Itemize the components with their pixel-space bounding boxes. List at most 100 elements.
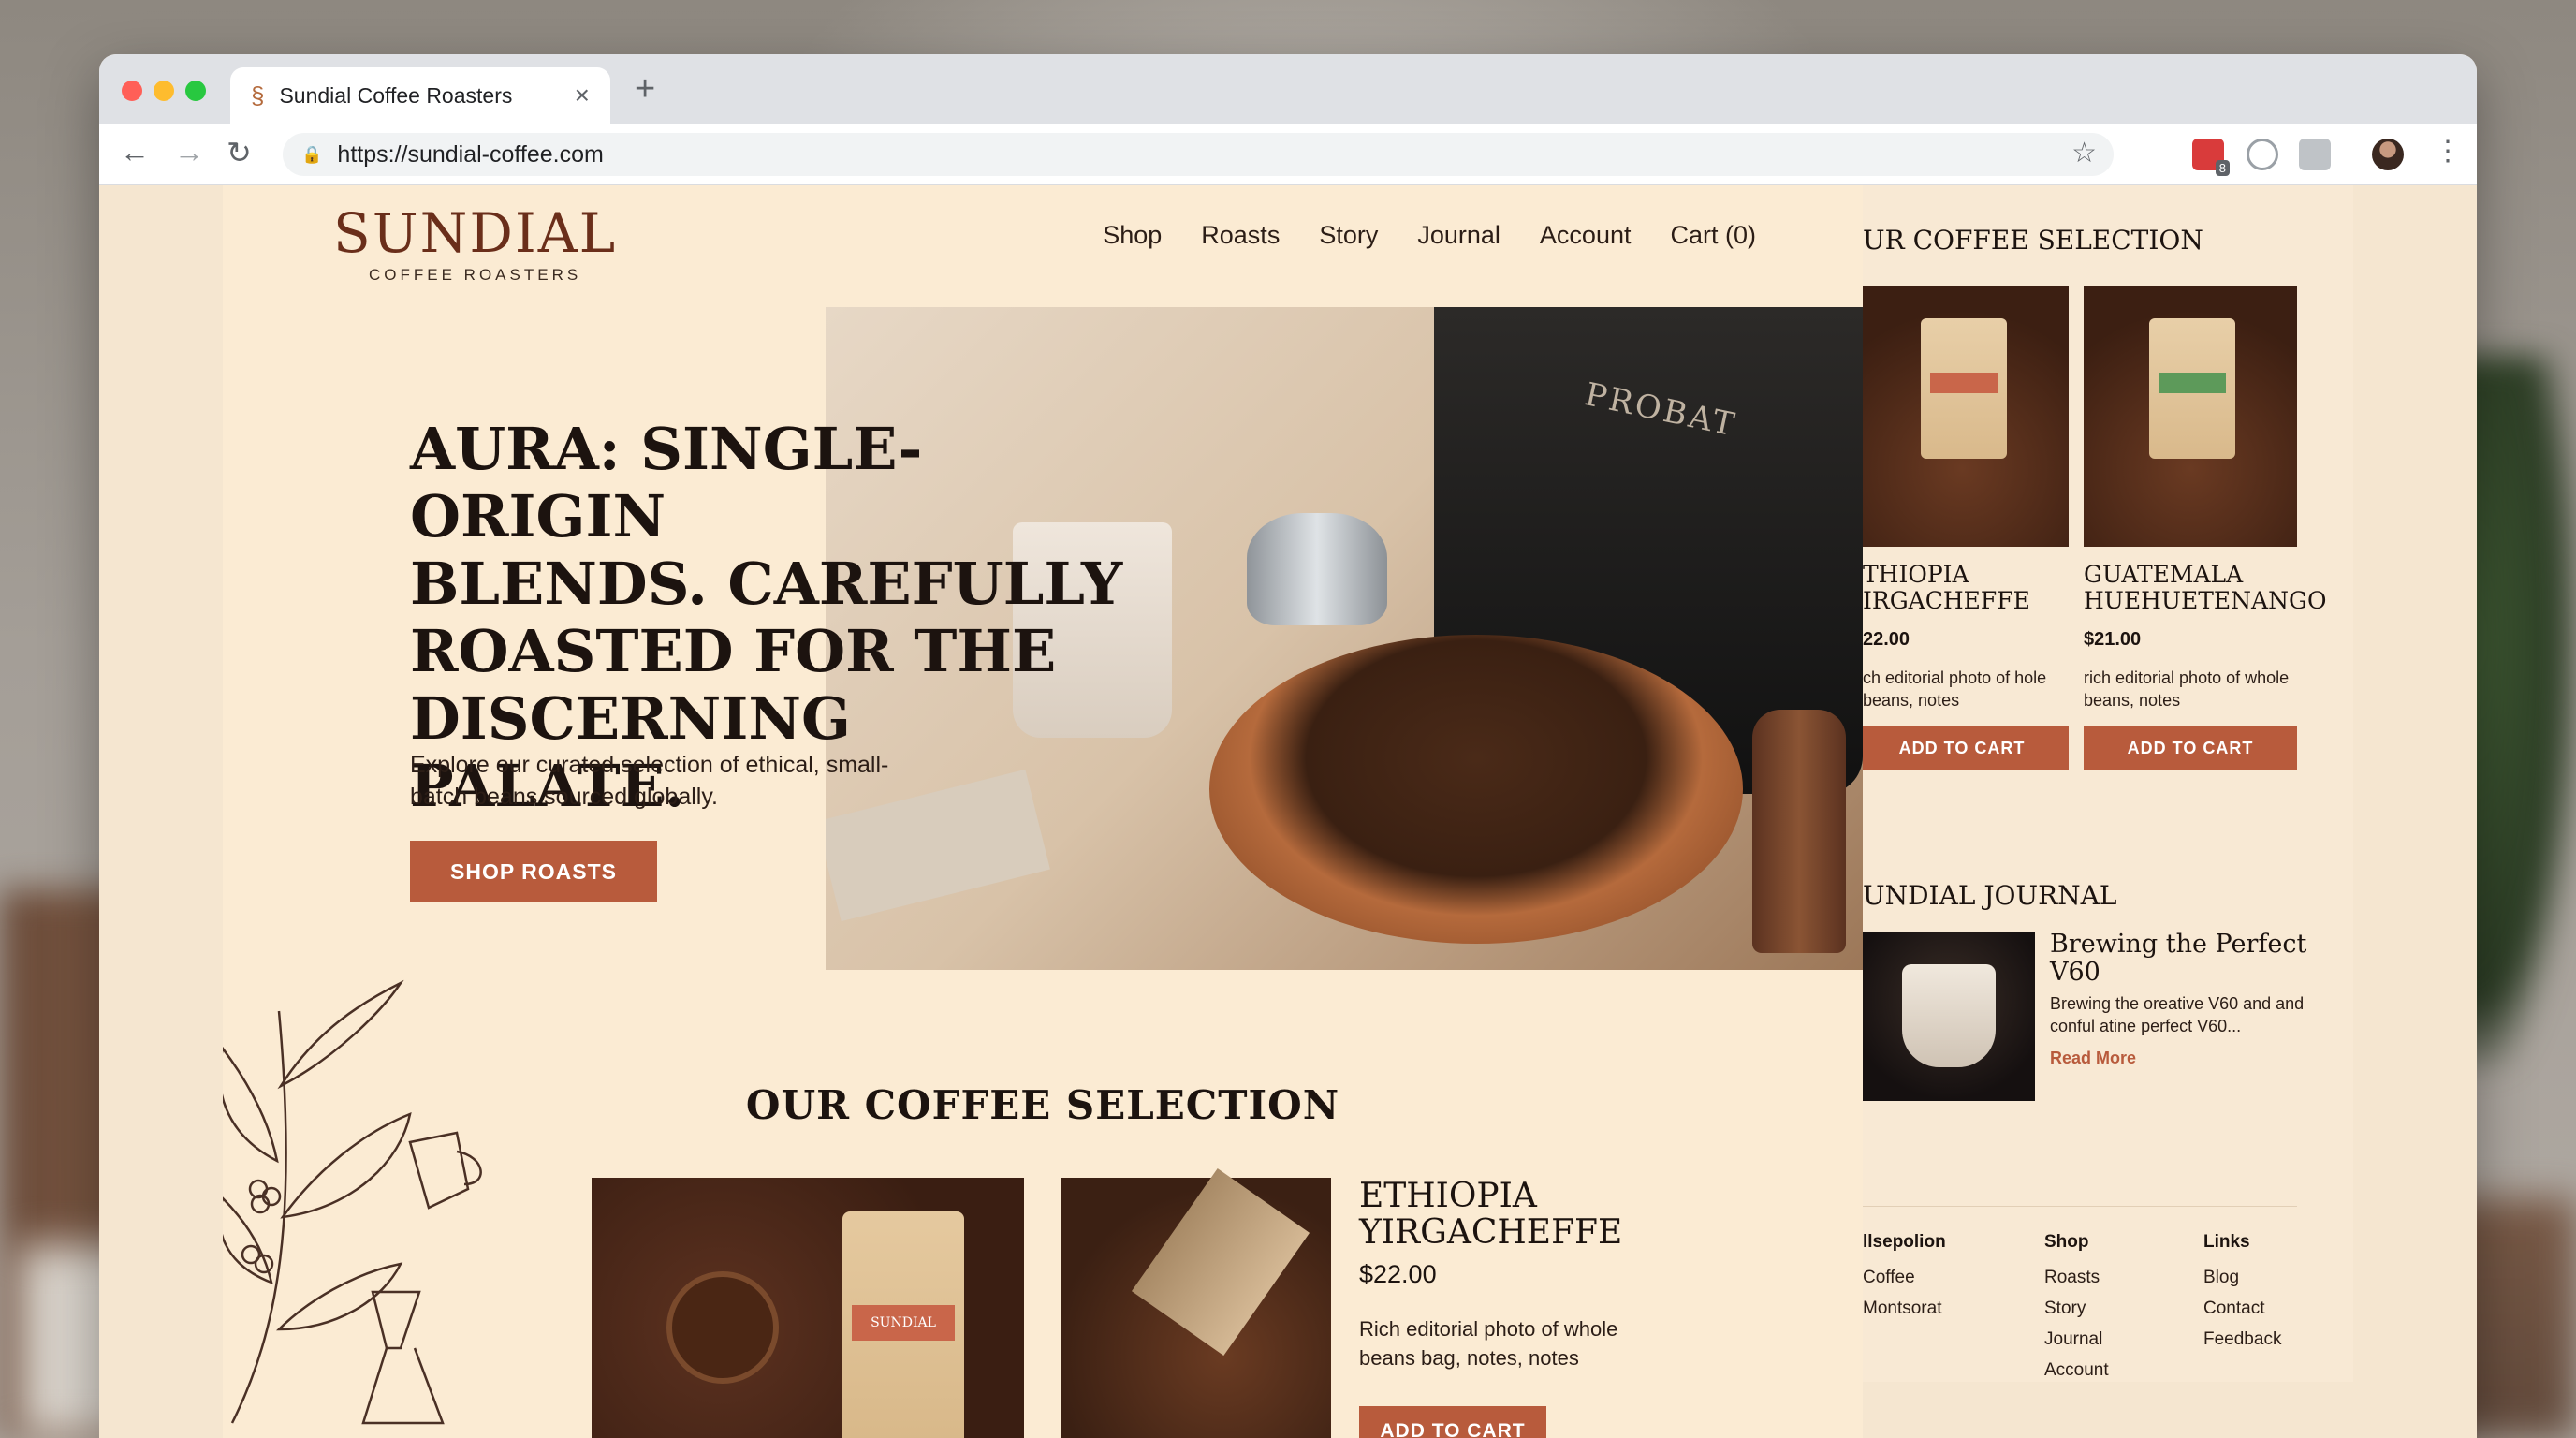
site-logo[interactable]: SUNDIAL COFFEE ROASTERS bbox=[333, 206, 617, 285]
browser-window: § Sundial Coffee Roasters × + ← → ↻ 🔒 ht… bbox=[99, 54, 2477, 1438]
product-photo-bag[interactable]: SUNDIAL bbox=[592, 1178, 1024, 1438]
bag-label bbox=[2159, 373, 2226, 393]
footer-column: llsepolion Coffee Montsorat bbox=[1863, 1232, 1946, 1324]
side-selection-heading: UR COFFEE SELECTION bbox=[1863, 225, 2203, 256]
sundial-swirl-icon: § bbox=[251, 81, 265, 110]
spilled-tin bbox=[1131, 1168, 1310, 1356]
side-product-photo[interactable] bbox=[1863, 286, 2069, 547]
coffee-bag bbox=[2149, 318, 2235, 459]
side-product-name-line: THIOPIA bbox=[1863, 561, 1969, 588]
coffee-bag: SUNDIAL bbox=[842, 1211, 964, 1438]
side-product-name-line: HUEHUETENANGO bbox=[2084, 587, 2327, 614]
v60-dripper bbox=[1902, 964, 1996, 1067]
tab-bar: § Sundial Coffee Roasters × + bbox=[99, 54, 2477, 124]
journal-excerpt: Brewing the oreative V60 and and conful … bbox=[2050, 994, 2305, 1035]
reload-icon[interactable]: ↻ bbox=[227, 135, 252, 170]
footer-link[interactable]: Story bbox=[2044, 1293, 2109, 1324]
bag-label bbox=[1930, 373, 1998, 393]
logo-tagline: COFFEE ROASTERS bbox=[369, 266, 582, 284]
close-window-button[interactable] bbox=[122, 81, 142, 101]
extension-circle-icon[interactable] bbox=[2247, 139, 2278, 170]
side-product-description: ch editorial photo of hole beans, notes bbox=[1863, 668, 2047, 710]
hero-title-line: AURA: SINGLE-ORIGIN bbox=[410, 415, 923, 550]
copper-cooling-pan bbox=[1209, 635, 1743, 944]
url-text: https://sundial-coffee.com bbox=[337, 140, 604, 168]
footer-divider bbox=[1863, 1206, 2297, 1207]
footer-link[interactable]: Coffee bbox=[1863, 1262, 1946, 1293]
side-product-photo[interactable] bbox=[2084, 286, 2297, 547]
footer-link[interactable]: Blog bbox=[2203, 1262, 2281, 1293]
address-bar[interactable]: 🔒 https://sundial-coffee.com ☆ bbox=[283, 133, 2114, 176]
footer-column: Shop Roasts Story Journal Account bbox=[2044, 1232, 2109, 1382]
footer-link[interactable]: Feedback bbox=[2203, 1324, 2281, 1355]
footer-heading: Links bbox=[2203, 1232, 2250, 1252]
side-add-to-cart-button[interactable]: ADD TO CART bbox=[2084, 726, 2297, 770]
footer-heading: Shop bbox=[2044, 1232, 2089, 1252]
side-product-price: 22.00 bbox=[1863, 629, 1910, 650]
hero-title-line: BLENDS. CAREFULLY bbox=[410, 550, 1123, 618]
coffee-bag bbox=[1921, 318, 2007, 459]
journal-heading: UNDIAL JOURNAL bbox=[1863, 880, 2117, 911]
side-add-to-cart-button[interactable]: ADD TO CART bbox=[1863, 726, 2069, 770]
side-product-description: rich editorial photo of whole beans, not… bbox=[2084, 668, 2290, 710]
side-product-name-line: GUATEMALA bbox=[2084, 561, 2244, 588]
footer-link[interactable]: Roasts bbox=[2044, 1262, 2109, 1293]
extension-badge: 8 bbox=[2215, 160, 2230, 176]
back-arrow-icon[interactable]: ← bbox=[120, 135, 150, 169]
product-name-line: YIRGACHEFFE bbox=[1359, 1213, 1623, 1252]
extension-red-icon[interactable]: 8 bbox=[2192, 139, 2230, 176]
product-photo-tin[interactable] bbox=[1061, 1168, 1331, 1438]
main-page: SUNDIAL COFFEE ROASTERS Shop Roasts Stor… bbox=[223, 185, 1863, 1438]
logo-name: SUNDIAL bbox=[333, 201, 618, 265]
add-to-cart-button[interactable]: ADD TO CART bbox=[1359, 1406, 1546, 1438]
product-name: ETHIOPIA YIRGACHEFFE bbox=[1359, 1178, 1622, 1251]
product-name-line: ETHIOPIA bbox=[1359, 1177, 1537, 1215]
tab-title: Sundial Coffee Roasters bbox=[279, 82, 513, 108]
forward-arrow-icon[interactable]: → bbox=[174, 135, 204, 169]
footer-column: Links Blog Contact Feedback bbox=[2203, 1232, 2281, 1355]
footer-link[interactable]: Account bbox=[2044, 1355, 2109, 1382]
hero-title-line: ROASTED FOR THE bbox=[410, 617, 1057, 685]
browser-toolbar: ← → ↻ 🔒 https://sundial-coffee.com ☆ 8 ⋮ bbox=[99, 124, 2477, 185]
side-panel: UR COFFEE SELECTION THIOPIA IRGACHEFFE 2… bbox=[1863, 185, 2353, 1382]
coffee-plant-illustration bbox=[223, 979, 482, 1425]
wooden-scoop bbox=[666, 1271, 779, 1384]
kebab-menu-icon[interactable]: ⋮ bbox=[2434, 135, 2462, 168]
coffee-bag-label: SUNDIAL bbox=[852, 1305, 955, 1341]
wooden-grinder bbox=[1752, 710, 1846, 953]
selection-heading: OUR COFFEE SELECTION bbox=[745, 1082, 1340, 1128]
nav-roasts[interactable]: Roasts bbox=[1201, 221, 1280, 250]
product-price: $22.00 bbox=[1359, 1260, 1437, 1288]
product-description: Rich editorial photo of whole beans bag,… bbox=[1359, 1317, 1618, 1370]
minimize-window-button[interactable] bbox=[154, 81, 174, 101]
side-product-name-line: IRGACHEFFE bbox=[1863, 587, 2030, 614]
nav-account[interactable]: Account bbox=[1540, 221, 1632, 250]
read-more-link[interactable]: Read More bbox=[2050, 1049, 2136, 1068]
side-product-name: GUATEMALA HUEHUETENANGO bbox=[2084, 562, 2326, 614]
footer-heading: llsepolion bbox=[1863, 1232, 1946, 1252]
journal-photo[interactable] bbox=[1863, 932, 2035, 1101]
main-nav: Shop Roasts Story Journal Account Cart (… bbox=[1103, 221, 1756, 250]
gooseneck-kettle bbox=[1247, 513, 1387, 625]
hero-subtitle: Explore our curated selection of ethical… bbox=[410, 752, 889, 810]
footer-link[interactable]: Contact bbox=[2203, 1293, 2281, 1324]
close-tab-icon[interactable]: × bbox=[575, 81, 590, 110]
bookmark-star-icon[interactable]: ☆ bbox=[2071, 137, 2097, 169]
nav-journal[interactable]: Journal bbox=[1417, 221, 1500, 250]
journal-title[interactable]: Brewing the Perfect V60 bbox=[2050, 931, 2331, 987]
nav-story[interactable]: Story bbox=[1319, 221, 1378, 250]
lock-icon: 🔒 bbox=[301, 144, 323, 164]
nav-shop[interactable]: Shop bbox=[1103, 221, 1162, 250]
new-tab-icon[interactable]: + bbox=[635, 69, 655, 110]
footer-link[interactable]: Journal bbox=[2044, 1324, 2109, 1355]
side-product-name: THIOPIA IRGACHEFFE bbox=[1863, 562, 2030, 614]
nav-cart[interactable]: Cart (0) bbox=[1670, 221, 1756, 250]
side-product-price: $21.00 bbox=[2084, 629, 2142, 650]
page-viewport: SUNDIAL COFFEE ROASTERS Shop Roasts Stor… bbox=[99, 185, 2477, 1438]
profile-avatar[interactable] bbox=[2372, 139, 2404, 170]
maximize-window-button[interactable] bbox=[185, 81, 206, 101]
active-tab[interactable]: § Sundial Coffee Roasters × bbox=[230, 67, 610, 124]
footer-link[interactable]: Montsorat bbox=[1863, 1293, 1946, 1324]
shop-roasts-button[interactable]: SHOP ROASTS bbox=[410, 841, 657, 902]
extension-grid-icon[interactable] bbox=[2299, 139, 2331, 170]
